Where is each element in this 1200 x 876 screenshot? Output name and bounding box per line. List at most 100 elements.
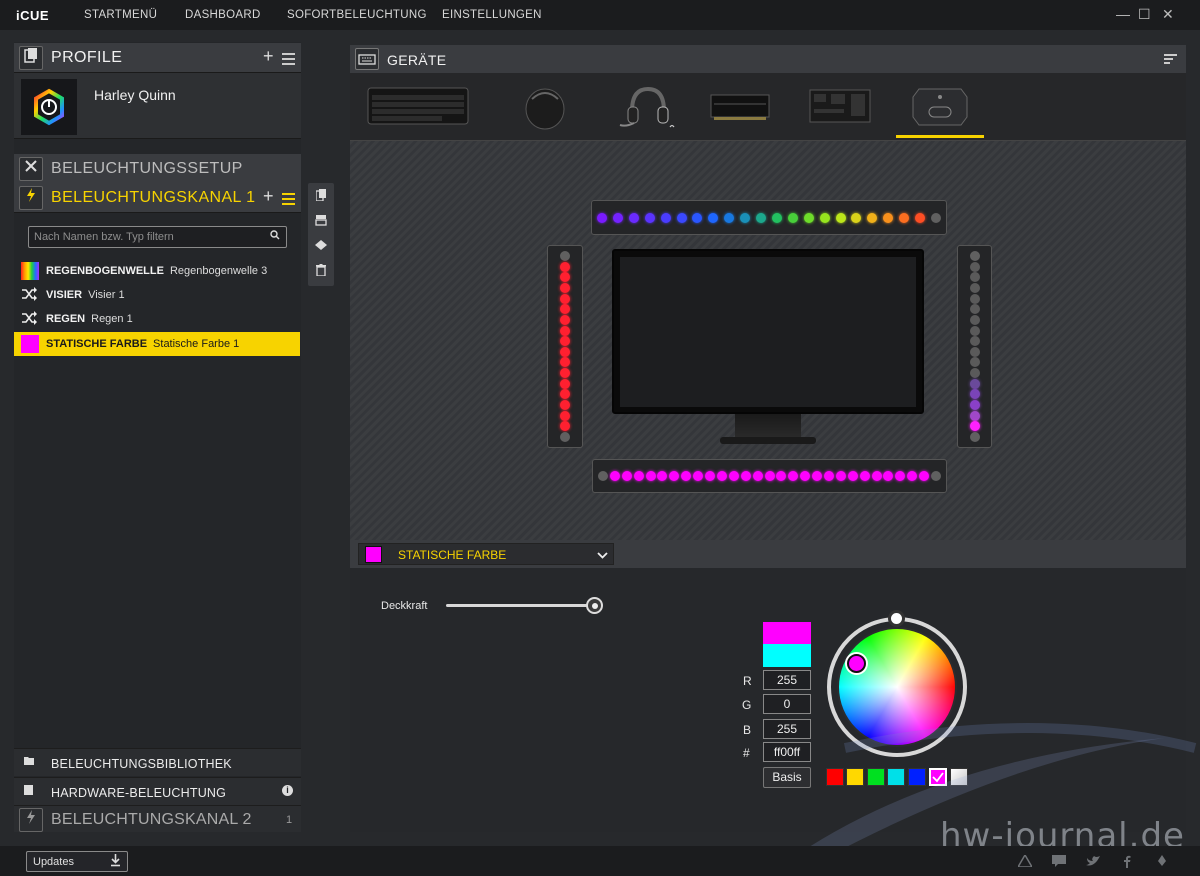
- profiles-menu-icon[interactable]: [282, 53, 295, 65]
- led[interactable]: [969, 336, 980, 347]
- led[interactable]: [560, 304, 570, 315]
- layer-regenbogenwelle[interactable]: REGENBOGENWELLE Regenbogenwelle 3: [14, 259, 300, 283]
- opacity-slider-track[interactable]: [446, 604, 594, 607]
- lighting-setup-header[interactable]: BELEUCHTUNGSSETUP: [14, 154, 301, 184]
- hardware-lighting-item[interactable]: HARDWARE-BELEUCHTUNG i: [14, 777, 301, 805]
- led[interactable]: [969, 272, 980, 283]
- led[interactable]: [907, 471, 918, 481]
- led[interactable]: [740, 212, 751, 223]
- led[interactable]: [598, 471, 608, 481]
- device-memory[interactable]: [710, 91, 770, 121]
- led[interactable]: [560, 378, 570, 389]
- layer-statische-farbe[interactable]: STATISCHE FARBE Statische Farbe 1: [14, 332, 300, 356]
- led[interactable]: [560, 432, 570, 442]
- green-input[interactable]: 0: [763, 694, 811, 714]
- led[interactable]: [628, 212, 639, 223]
- layer-regen[interactable]: REGEN Regen 1: [14, 307, 300, 331]
- led[interactable]: [895, 471, 906, 481]
- led[interactable]: [969, 261, 980, 272]
- led[interactable]: [693, 471, 704, 481]
- info-icon[interactable]: i: [282, 785, 293, 796]
- swatch-blue[interactable]: [908, 768, 926, 786]
- led[interactable]: [776, 471, 787, 481]
- led[interactable]: [969, 293, 980, 304]
- led[interactable]: [633, 471, 644, 481]
- led[interactable]: [883, 212, 894, 223]
- lighting-library-item[interactable]: BELEUCHTUNGSBIBLIOTHEK: [14, 748, 301, 776]
- led[interactable]: [931, 212, 941, 223]
- led[interactable]: [612, 212, 623, 223]
- led[interactable]: [812, 471, 823, 481]
- led[interactable]: [771, 212, 782, 223]
- nav-dashboard[interactable]: DASHBOARD: [185, 9, 261, 21]
- led[interactable]: [969, 432, 980, 442]
- led[interactable]: [560, 410, 570, 421]
- led[interactable]: [560, 400, 570, 411]
- led[interactable]: [705, 471, 716, 481]
- led[interactable]: [597, 212, 607, 223]
- device-lighting-node[interactable]: [911, 87, 969, 127]
- led[interactable]: [560, 336, 570, 347]
- led[interactable]: [851, 212, 862, 223]
- effect-select[interactable]: STATISCHE FARBE: [358, 543, 614, 565]
- profile-card[interactable]: Harley Quinn: [14, 73, 301, 139]
- led[interactable]: [716, 471, 727, 481]
- led[interactable]: [835, 212, 846, 223]
- led[interactable]: [560, 282, 570, 293]
- add-effect-button[interactable]: +: [263, 186, 274, 207]
- led[interactable]: [969, 346, 980, 357]
- updates-button[interactable]: Updates: [26, 851, 128, 872]
- led[interactable]: [969, 400, 980, 411]
- led[interactable]: [969, 389, 980, 400]
- led[interactable]: [645, 471, 656, 481]
- search-icon[interactable]: [270, 230, 280, 243]
- led[interactable]: [835, 471, 846, 481]
- device-keyboard[interactable]: [367, 87, 469, 125]
- led[interactable]: [728, 471, 739, 481]
- led[interactable]: [560, 368, 570, 379]
- led[interactable]: [560, 293, 570, 304]
- brightness-ring-handle[interactable]: [888, 610, 905, 627]
- led[interactable]: [969, 282, 980, 293]
- led[interactable]: [560, 325, 570, 336]
- paste-icon[interactable]: [315, 214, 327, 229]
- led[interactable]: [969, 421, 980, 432]
- corsair-icon[interactable]: [1154, 855, 1170, 870]
- channel1-menu-icon[interactable]: [282, 193, 295, 205]
- led-strip-top[interactable]: [591, 200, 947, 235]
- opacity-slider-handle[interactable]: [586, 597, 603, 614]
- led[interactable]: [660, 212, 671, 223]
- led[interactable]: [560, 389, 570, 400]
- led[interactable]: [800, 471, 811, 481]
- led[interactable]: [764, 471, 775, 481]
- led[interactable]: [969, 325, 980, 336]
- led[interactable]: [969, 357, 980, 368]
- led[interactable]: [969, 410, 980, 421]
- device-headset[interactable]: [616, 85, 676, 131]
- led[interactable]: [969, 304, 980, 315]
- move-layer-icon[interactable]: [315, 240, 327, 253]
- layer-search-input[interactable]: Nach Namen bzw. Typ filtern: [28, 226, 287, 248]
- nav-sofortbeleuchtung[interactable]: SOFORTBELEUCHTUNG: [287, 9, 427, 21]
- facebook-icon[interactable]: [1123, 855, 1131, 871]
- swatch-yellow[interactable]: [846, 768, 864, 786]
- led[interactable]: [692, 212, 703, 223]
- led[interactable]: [899, 212, 910, 223]
- led[interactable]: [676, 212, 687, 223]
- maximize-button[interactable]: ☐: [1138, 6, 1151, 23]
- copy-icon[interactable]: [315, 189, 327, 204]
- led[interactable]: [788, 471, 799, 481]
- led[interactable]: [644, 212, 655, 223]
- led[interactable]: [931, 471, 941, 481]
- led[interactable]: [871, 471, 882, 481]
- blue-input[interactable]: 255: [763, 719, 811, 739]
- led[interactable]: [657, 471, 668, 481]
- led-strip-left[interactable]: [547, 245, 583, 448]
- color-wheel[interactable]: [826, 616, 968, 758]
- led[interactable]: [969, 251, 980, 261]
- swatch-white[interactable]: [950, 768, 968, 786]
- led[interactable]: [752, 471, 763, 481]
- channel1-header[interactable]: BELEUCHTUNGSKANAL 1 +: [14, 183, 301, 213]
- led[interactable]: [560, 261, 570, 272]
- red-input[interactable]: 255: [763, 670, 811, 690]
